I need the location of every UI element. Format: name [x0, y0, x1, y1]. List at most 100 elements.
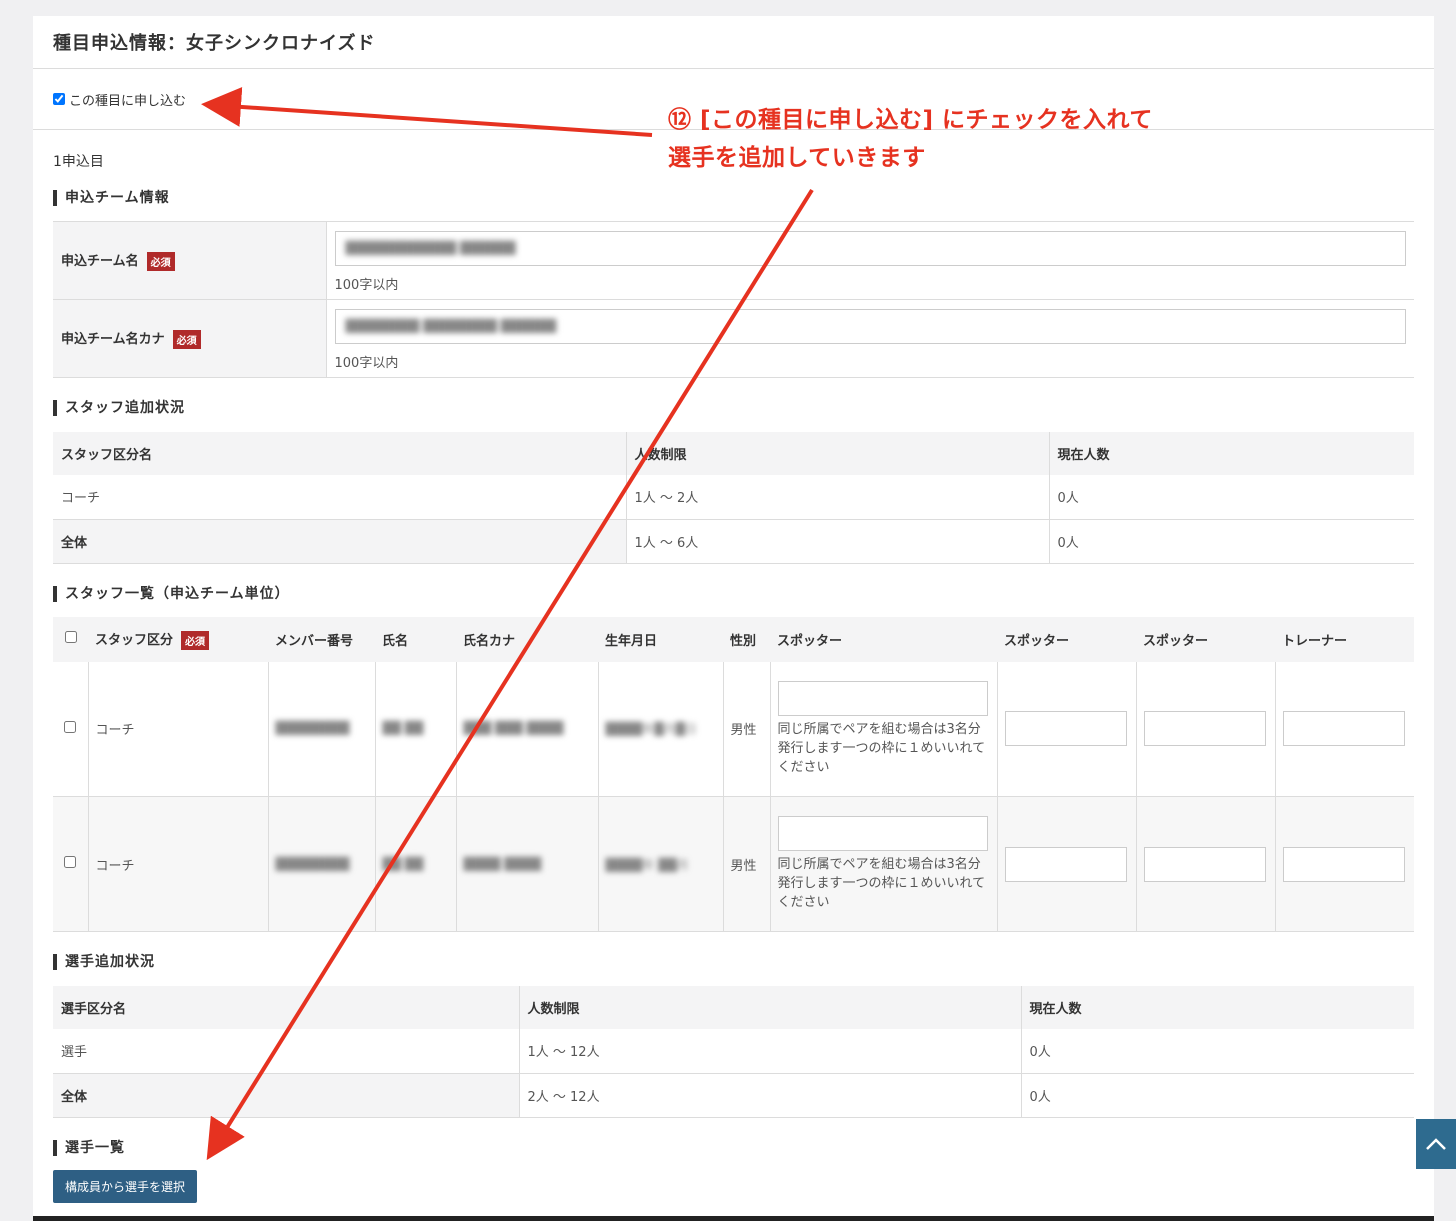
team-kana-cell: ████████ ████████ ██████ 100字以内: [325, 299, 1414, 378]
team-kana-label-cell: 申込チーム名カナ 必須: [53, 299, 326, 378]
row-select-cell: [53, 796, 88, 932]
team-kana-row: 申込チーム名カナ 必須 ████████ ████████ ██████ 100字…: [53, 299, 1414, 378]
staff-category: コーチ: [87, 796, 268, 932]
staff-gender: 男性: [722, 661, 770, 797]
select-all-checkbox[interactable]: [64, 631, 77, 643]
staff-header-category-label: スタッフ区分: [95, 632, 174, 648]
team-name-input[interactable]: ████████████ ██████: [334, 230, 1406, 266]
staff-kana-value: ███ ███ ████: [463, 721, 564, 736]
spotter-3-cell: [1135, 796, 1275, 932]
team-info-table: 申込チーム名 必須 ████████████ ██████ 100字以内 申込チー…: [53, 221, 1414, 378]
staff-header-kana: 氏名カナ: [456, 616, 598, 662]
team-name-cell: ████████████ ██████ 100字以内: [325, 221, 1414, 300]
staff-name-value: ██ ██: [382, 721, 424, 736]
player-list-title: 選手一覧: [53, 1139, 1414, 1156]
staff-category-current: 0人: [1048, 475, 1414, 520]
staff-header-gender: 性別: [723, 616, 770, 662]
select-all-cell: [53, 616, 88, 662]
player-total-limit: 2人 〜 12人: [518, 1073, 1021, 1118]
player-total-name: 全体: [53, 1073, 519, 1118]
player-status-header-name: 選手区分名: [53, 986, 519, 1029]
table-row: コーチ 1人 〜 2人 0人: [53, 475, 1414, 520]
bottom-divider: [33, 1216, 1434, 1221]
staff-header-birth: 生年月日: [598, 616, 723, 662]
staff-name-value: ██ ██: [382, 856, 424, 871]
staff-header-name: 氏名: [375, 616, 456, 662]
trainer-cell: [1274, 796, 1414, 932]
staff-birth-value: ████年█月█日: [605, 722, 697, 737]
staff-status-title: スタッフ追加状況: [53, 400, 1414, 416]
staff-total-name: 全体: [53, 519, 626, 564]
spotter-note: 同じ所属でペアを組む場合は3名分発行します一つの枠に１めいいれてください: [777, 721, 986, 775]
required-badge: 必須: [146, 252, 175, 271]
table-row: 選手 1人 〜 12人 0人: [53, 1029, 1414, 1074]
spotter-note: 同じ所属でペアを組む場合は3名分発行します一つの枠に１めいいれてください: [777, 857, 986, 910]
trainer-cell: [1274, 661, 1414, 797]
spotter-1-cell: 同じ所属でペアを組む場合は3名分発行します一つの枠に１めいいれてください: [769, 661, 997, 797]
row-checkbox[interactable]: [64, 856, 77, 868]
staff-member-no: ████████: [267, 796, 375, 932]
event-entry-card: 種目申込情報：女子シンクロナイズド この種目に申し込む 1申込目 申込チーム情報…: [33, 16, 1434, 1221]
required-badge: 必須: [172, 330, 201, 349]
spotter-3-cell: [1135, 661, 1275, 797]
team-name-row: 申込チーム名 必須 ████████████ ██████ 100字以内: [53, 221, 1414, 300]
player-category-name: 選手: [53, 1029, 519, 1074]
staff-category-limit: 1人 〜 2人: [625, 475, 1049, 520]
apply-label[interactable]: この種目に申し込む: [69, 90, 186, 109]
staff-member-no: ████████: [267, 661, 375, 797]
table-row: コーチ ████████ ██ ██ ███ ███ ████ ████年█月█…: [53, 661, 1414, 797]
scroll-to-top-button[interactable]: [1416, 1119, 1456, 1169]
player-status-title: 選手追加状況: [53, 954, 1414, 970]
trainer-input[interactable]: [1282, 846, 1405, 882]
spotter-1-input[interactable]: [777, 680, 988, 716]
player-category-limit: 1人 〜 12人: [518, 1029, 1021, 1074]
chevron-up-icon: [1426, 1138, 1446, 1150]
spotter-3-input[interactable]: [1143, 846, 1266, 882]
spotter-1-cell: 同じ所属でペアを組む場合は3名分発行します一つの枠に１めいいれてください: [769, 796, 997, 932]
table-row-total: 全体 1人 〜 6人 0人: [53, 519, 1414, 564]
player-category-current: 0人: [1020, 1029, 1414, 1074]
team-name-value: ████████████ ██████: [345, 241, 516, 255]
staff-status-header-current: 現在人数: [1048, 432, 1414, 475]
team-name-label-cell: 申込チーム名 必須: [53, 221, 326, 300]
staff-birth-value: ████年 ██月: [605, 857, 689, 872]
trainer-input[interactable]: [1282, 711, 1405, 747]
spotter-2-input[interactable]: [1004, 711, 1127, 747]
staff-status-header-name: スタッフ区分名: [53, 432, 626, 475]
spotter-3-input[interactable]: [1143, 711, 1266, 747]
staff-birth: ████年█月█日: [597, 661, 723, 797]
staff-header-member-no: メンバー番号: [268, 616, 375, 662]
team-name-label: 申込チーム名: [61, 254, 139, 269]
staff-name: ██ ██: [374, 661, 456, 797]
spotter-2-input[interactable]: [1004, 846, 1127, 882]
team-kana-label: 申込チーム名カナ: [61, 332, 165, 347]
spotter-1-input[interactable]: [777, 816, 988, 851]
staff-kana-value: ████ ████: [463, 856, 542, 871]
staff-gender: 男性: [722, 796, 770, 932]
entry-content: 1申込目 申込チーム情報 申込チーム名 必須 ████████████ █████…: [33, 151, 1434, 1203]
staff-total-limit: 1人 〜 6人: [625, 519, 1049, 564]
apply-checkbox[interactable]: [53, 93, 65, 105]
required-badge: 必須: [181, 630, 210, 650]
staff-status-header-limit: 人数制限: [625, 432, 1049, 475]
staff-kana: ████ ████: [455, 796, 598, 932]
staff-kana: ███ ███ ████: [455, 661, 598, 797]
annotation-line-1: ⑫ [この種目に申し込む] にチェックを入れて: [668, 107, 1153, 133]
staff-header-category: スタッフ区分 必須: [88, 616, 268, 662]
staff-header-spotter-1: スポッター: [770, 616, 997, 662]
player-status-header-current: 現在人数: [1020, 986, 1414, 1029]
staff-birth: ████年 ██月: [597, 796, 723, 932]
row-select-cell: [53, 661, 88, 797]
staff-header-spotter-2: スポッター: [997, 616, 1136, 662]
row-checkbox[interactable]: [64, 720, 77, 733]
player-status-header-limit: 人数制限: [518, 986, 1021, 1029]
team-info-title: 申込チーム情報: [53, 190, 1414, 206]
spotter-2-cell: [996, 796, 1136, 932]
select-players-button[interactable]: 構成員から選手を選択: [53, 1169, 198, 1203]
player-total-current: 0人: [1020, 1073, 1414, 1118]
spotter-2-cell: [996, 661, 1136, 797]
team-name-hint: 100字以内: [334, 277, 399, 293]
staff-name: ██ ██: [374, 796, 456, 932]
team-kana-input[interactable]: ████████ ████████ ██████: [334, 308, 1406, 344]
table-row: コーチ ████████ ██ ██ ████ ████ ████年 ██月 男…: [53, 796, 1414, 932]
